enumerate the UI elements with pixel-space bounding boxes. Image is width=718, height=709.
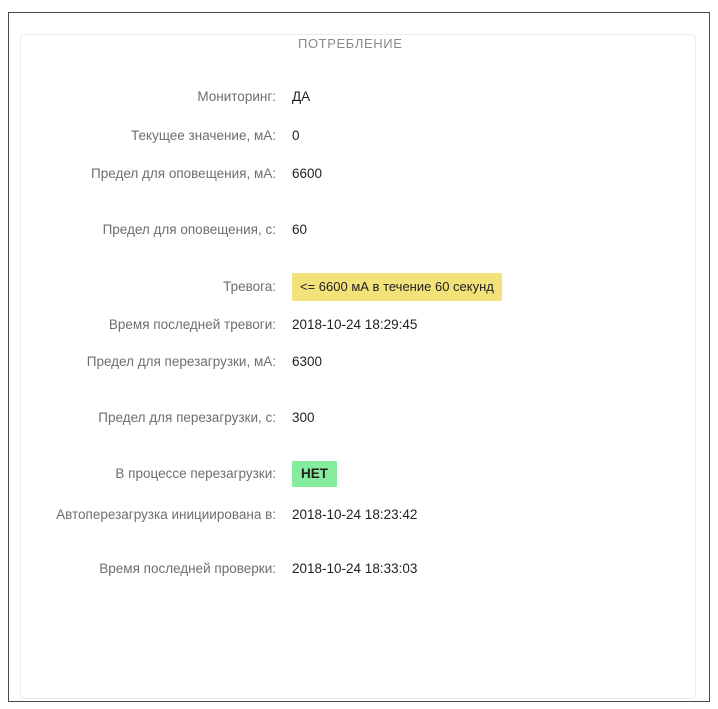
field-row-alert-limit-ma: Предел для оповещения, мА: 6600: [30, 165, 690, 183]
field-label: Автоперезагрузка инициирована в:: [56, 507, 276, 522]
field-label: Предел для перезагрузки, с:: [98, 410, 276, 425]
field-label: Предел для оповещения, мА:: [91, 166, 276, 181]
field-row-monitoring: Мониторинг: ДА: [30, 88, 690, 106]
field-label: Мониторинг:: [197, 89, 276, 104]
alarm-status-badge: <= 6600 мА в течение 60 секунд: [292, 273, 502, 301]
field-label: Тревога:: [223, 279, 276, 294]
section-title: ПОТРЕБЛЕНИЕ: [290, 36, 411, 51]
field-row-current-value: Текущее значение, мА: 0: [30, 127, 690, 145]
field-value: 2018-10-24 18:33:03: [292, 561, 418, 576]
field-value: 6600: [292, 166, 323, 181]
field-label: Предел для перезагрузки, мА:: [86, 354, 276, 369]
field-value: 60: [292, 222, 308, 237]
field-value: ДА: [292, 89, 311, 104]
field-label: Время последней проверки:: [99, 561, 276, 576]
field-label: Время последней тревоги:: [108, 317, 276, 332]
field-row-last-check-time: Время последней проверки: 2018-10-24 18:…: [30, 560, 690, 578]
field-label: В процессе перезагрузки:: [115, 466, 276, 481]
field-label: Предел для оповещения, с:: [102, 222, 276, 237]
field-row-last-alarm-time: Время последней тревоги: 2018-10-24 18:2…: [30, 316, 690, 334]
field-row-alarm: Тревога: <= 6600 мА в течение 60 секунд: [30, 273, 690, 301]
field-label: Текущее значение, мА:: [131, 128, 276, 143]
field-row-reboot-limit-s: Предел для перезагрузки, с: 300: [30, 409, 690, 427]
field-value: 300: [292, 410, 315, 425]
field-row-alert-limit-s: Предел для оповещения, с: 60: [30, 221, 690, 239]
field-value: 2018-10-24 18:23:42: [292, 507, 418, 522]
field-row-auto-reboot-initiated: Автоперезагрузка инициирована в: 2018-10…: [30, 506, 690, 524]
reboot-status-badge: НЕТ: [292, 461, 337, 487]
field-row-reboot-limit-ma: Предел для перезагрузки, мА: 6300: [30, 353, 690, 371]
field-value: 6300: [292, 354, 323, 369]
field-value: 2018-10-24 18:29:45: [292, 317, 418, 332]
field-row-reboot-in-progress: В процессе перезагрузки: НЕТ: [30, 461, 690, 487]
field-value: 0: [292, 128, 300, 143]
